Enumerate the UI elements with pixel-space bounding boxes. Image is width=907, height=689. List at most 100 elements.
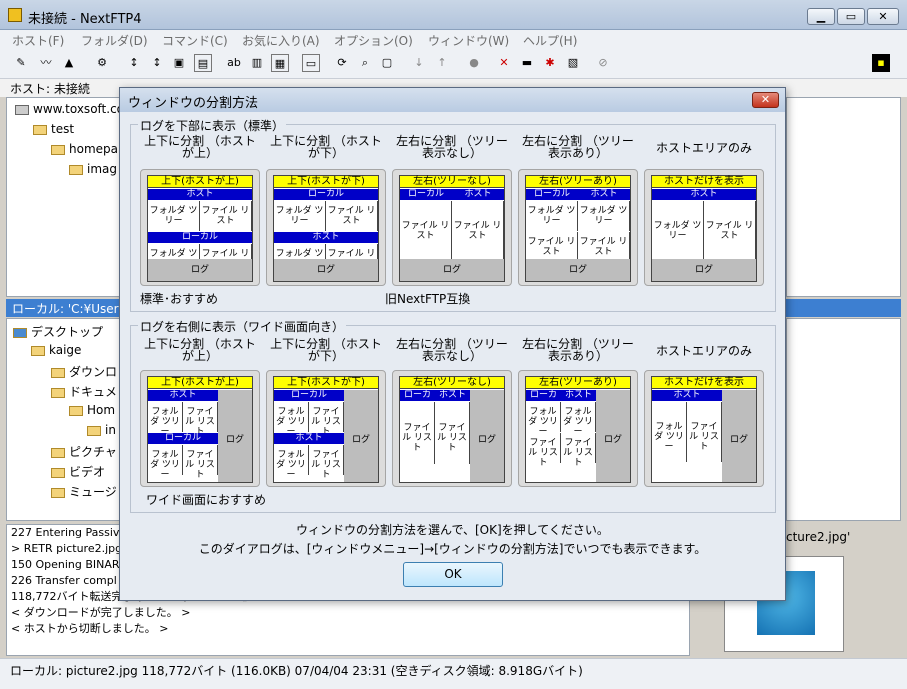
menu-folder[interactable]: フォルダ(D) <box>81 32 148 49</box>
preview-cell: フォルダ ツリー <box>274 445 309 480</box>
preview-cell: フォルダ ツリー <box>148 402 183 437</box>
find-icon[interactable]: ⌕ <box>356 54 374 72</box>
preview-cell: ファイル リスト <box>400 201 452 261</box>
preview-cell: フォルダ ツリー <box>148 445 183 480</box>
tree-item[interactable]: homepa <box>51 142 118 156</box>
tree-item-label: homepa <box>69 142 118 156</box>
preview-cell: ファイル リスト <box>400 402 435 464</box>
preview-caption: ホストだけを表示 <box>652 176 756 188</box>
preview-cell: ファイル リスト <box>200 201 252 231</box>
preview-caption: 左右(ツリーあり) <box>526 176 630 188</box>
layout-preview: 左右(ツリーあり) ローカル ホスト フォルダ ツリー フォルダ ツリー ファイル リスト… <box>525 376 631 483</box>
download-icon[interactable]: ↓ <box>410 54 428 72</box>
tree-item[interactable]: ドキュメ <box>51 383 117 400</box>
tree-item[interactable]: in <box>87 423 116 437</box>
network-icon[interactable]: ▪ <box>872 54 890 72</box>
rename-icon[interactable]: ▬ <box>518 54 536 72</box>
tree-item[interactable]: ビデオ <box>51 463 105 480</box>
menu-favorites[interactable]: お気に入り(A) <box>242 32 320 49</box>
tree-item[interactable]: ミュージ <box>51 483 117 500</box>
local-file-pane[interactable] <box>786 318 901 521</box>
tree-item[interactable]: test <box>33 122 74 136</box>
local-path-header-right <box>786 299 901 317</box>
upload-icon[interactable]: ↑ <box>433 54 451 72</box>
tree-item[interactable]: ダウンロ <box>51 363 117 380</box>
preview-pane-title: ホスト <box>652 390 722 401</box>
option-label: ホストエリアのみ <box>655 344 752 358</box>
tree-item-label: test <box>51 122 75 136</box>
layout-option[interactable]: 左右(ツリーあり) ローカル ホスト フォルダ ツリー フォルダ ツリー ファイル リスト… <box>518 169 638 286</box>
view-icon[interactable]: ▣ <box>170 54 188 72</box>
preview-cell: フォルダ ツリー <box>148 201 200 231</box>
local-tree-pane[interactable]: デスクトップ kaige ダウンロ ドキュメ Hom in ピクチャ ビデオ ミ… <box>6 318 136 521</box>
preview-icon[interactable]: ▢ <box>378 54 396 72</box>
minimize-button[interactable]: ▁ <box>807 8 835 25</box>
tree-item[interactable]: imag <box>69 162 117 176</box>
menu-window[interactable]: ウィンドウ(W) <box>428 32 509 49</box>
dialog-close-icon[interactable]: ✕ <box>752 92 779 108</box>
disconnect-icon[interactable]: ▲ <box>60 54 78 72</box>
preview-pane-title: ローカル <box>400 390 435 411</box>
menu-help[interactable]: ヘルプ(H) <box>523 32 577 49</box>
stop-icon[interactable]: ● <box>465 54 483 72</box>
host-tree-pane[interactable]: www.toxsoft.co test homepa imag <box>6 97 136 297</box>
settings-icon[interactable]: ⚙ <box>93 54 111 72</box>
split-window-icon[interactable]: ▭ <box>302 54 320 72</box>
refresh-icon[interactable]: ⟳ <box>333 54 351 72</box>
preview-pane-title: ローカル <box>148 232 252 243</box>
menu-host[interactable]: ホスト(F) <box>12 32 64 49</box>
delete-icon[interactable]: ✕ <box>495 54 513 72</box>
note-wide: ワイド画面におすすめ <box>146 493 267 507</box>
layout-preview: ホストだけを表示 ホスト フォルダ ツリー ファイル リスト ログ <box>651 376 757 483</box>
view-abc-icon[interactable]: ab <box>225 54 243 72</box>
tree-item[interactable]: www.toxsoft.co <box>15 102 124 116</box>
layout-option[interactable]: ホストだけを表示 ホスト フォルダ ツリー ファイル リスト ログ <box>644 169 764 286</box>
view-icons-icon[interactable]: ▦ <box>271 54 289 72</box>
tree-item[interactable]: ピクチャ <box>51 443 117 460</box>
layout-option[interactable]: 左右(ツリーなし) ローカル ホスト ファイル リスト ファイル リスト ログ <box>392 370 512 487</box>
cancel-icon[interactable]: ⊘ <box>594 54 612 72</box>
status-bar: ローカル: picture2.jpg 118,772バイト (116.0KB) … <box>0 658 907 689</box>
sort-asc-icon[interactable]: ↕ <box>125 54 143 72</box>
layout-option[interactable]: 上下(ホストが下)ローカルフォルダ ツリーファイル リストホストフォルダ ツリー… <box>266 169 386 286</box>
preview-pane-title: ローカル <box>274 390 344 401</box>
layout-preview: ホストだけを表示 ホスト フォルダ ツリー ファイル リスト ログ <box>651 175 757 282</box>
menu-options[interactable]: オプション(O) <box>334 32 413 49</box>
tree-item[interactable]: kaige <box>31 343 81 357</box>
local-path-header: ローカル: 'C:¥User <box>6 299 136 317</box>
ok-button[interactable]: OK <box>403 562 503 587</box>
preview-cell: フォルダ ツリー <box>274 402 309 437</box>
menu-command[interactable]: コマンド(C) <box>162 32 228 49</box>
preview-caption: 上下(ホストが上) <box>148 176 252 188</box>
preview-cell: ファイル リスト <box>326 201 378 231</box>
view-details-icon[interactable]: ▥ <box>248 54 266 72</box>
tree-item-label: www.toxsoft.co <box>33 102 125 116</box>
preview-cell: ファイル リスト <box>183 402 218 437</box>
quick-connect-icon[interactable]: 〰 <box>37 54 55 72</box>
layout-option[interactable]: 左右(ツリーなし) ローカル ホスト ファイル リスト ファイル リスト ログ <box>392 169 512 286</box>
layout-option[interactable]: 左右(ツリーあり) ローカル ホスト フォルダ ツリー フォルダ ツリー ファイル リスト… <box>518 370 638 487</box>
layout-option[interactable]: ホストだけを表示 ホスト フォルダ ツリー ファイル リスト ログ <box>644 370 764 487</box>
layout-option[interactable]: 上下(ホストが上)ホストフォルダ ツリーファイル リストローカルフォルダ ツリー… <box>140 370 260 487</box>
tree-item-label: ピクチャ <box>69 445 117 459</box>
desktop-icon <box>13 327 27 338</box>
layout-option[interactable]: 上下(ホストが上)ホストフォルダ ツリーファイル リストローカルフォルダ ツリー… <box>140 169 260 286</box>
preview-cell: フォルダ ツリー <box>274 201 326 231</box>
maximize-button[interactable]: ▭ <box>837 8 865 25</box>
preview-cell: フォルダ ツリー <box>526 201 578 231</box>
preview-cell: ファイル リスト <box>526 433 561 468</box>
host-file-pane[interactable] <box>786 97 901 297</box>
preview-pane-title: ホスト <box>148 189 252 200</box>
properties-icon[interactable]: ▧ <box>564 54 582 72</box>
new-folder-icon[interactable]: ✱ <box>541 54 559 72</box>
tree-item[interactable]: Hom <box>69 403 115 417</box>
preview-cell: ファイル リスト <box>183 445 218 480</box>
sort-desc-icon[interactable]: ↕ <box>148 54 166 72</box>
close-button[interactable]: ✕ <box>867 8 899 25</box>
option-label: 左右に分割 （ツリー表示なし） <box>396 134 508 160</box>
layout-option[interactable]: 上下(ホストが下)ローカルフォルダ ツリーファイル リストホストフォルダ ツリー… <box>266 370 386 487</box>
view-list-icon[interactable]: ▤ <box>194 54 212 72</box>
preview-pane-title: ローカル <box>526 189 578 200</box>
connect-icon[interactable]: ✎ <box>12 54 30 72</box>
tree-item[interactable]: デスクトップ <box>13 323 103 340</box>
